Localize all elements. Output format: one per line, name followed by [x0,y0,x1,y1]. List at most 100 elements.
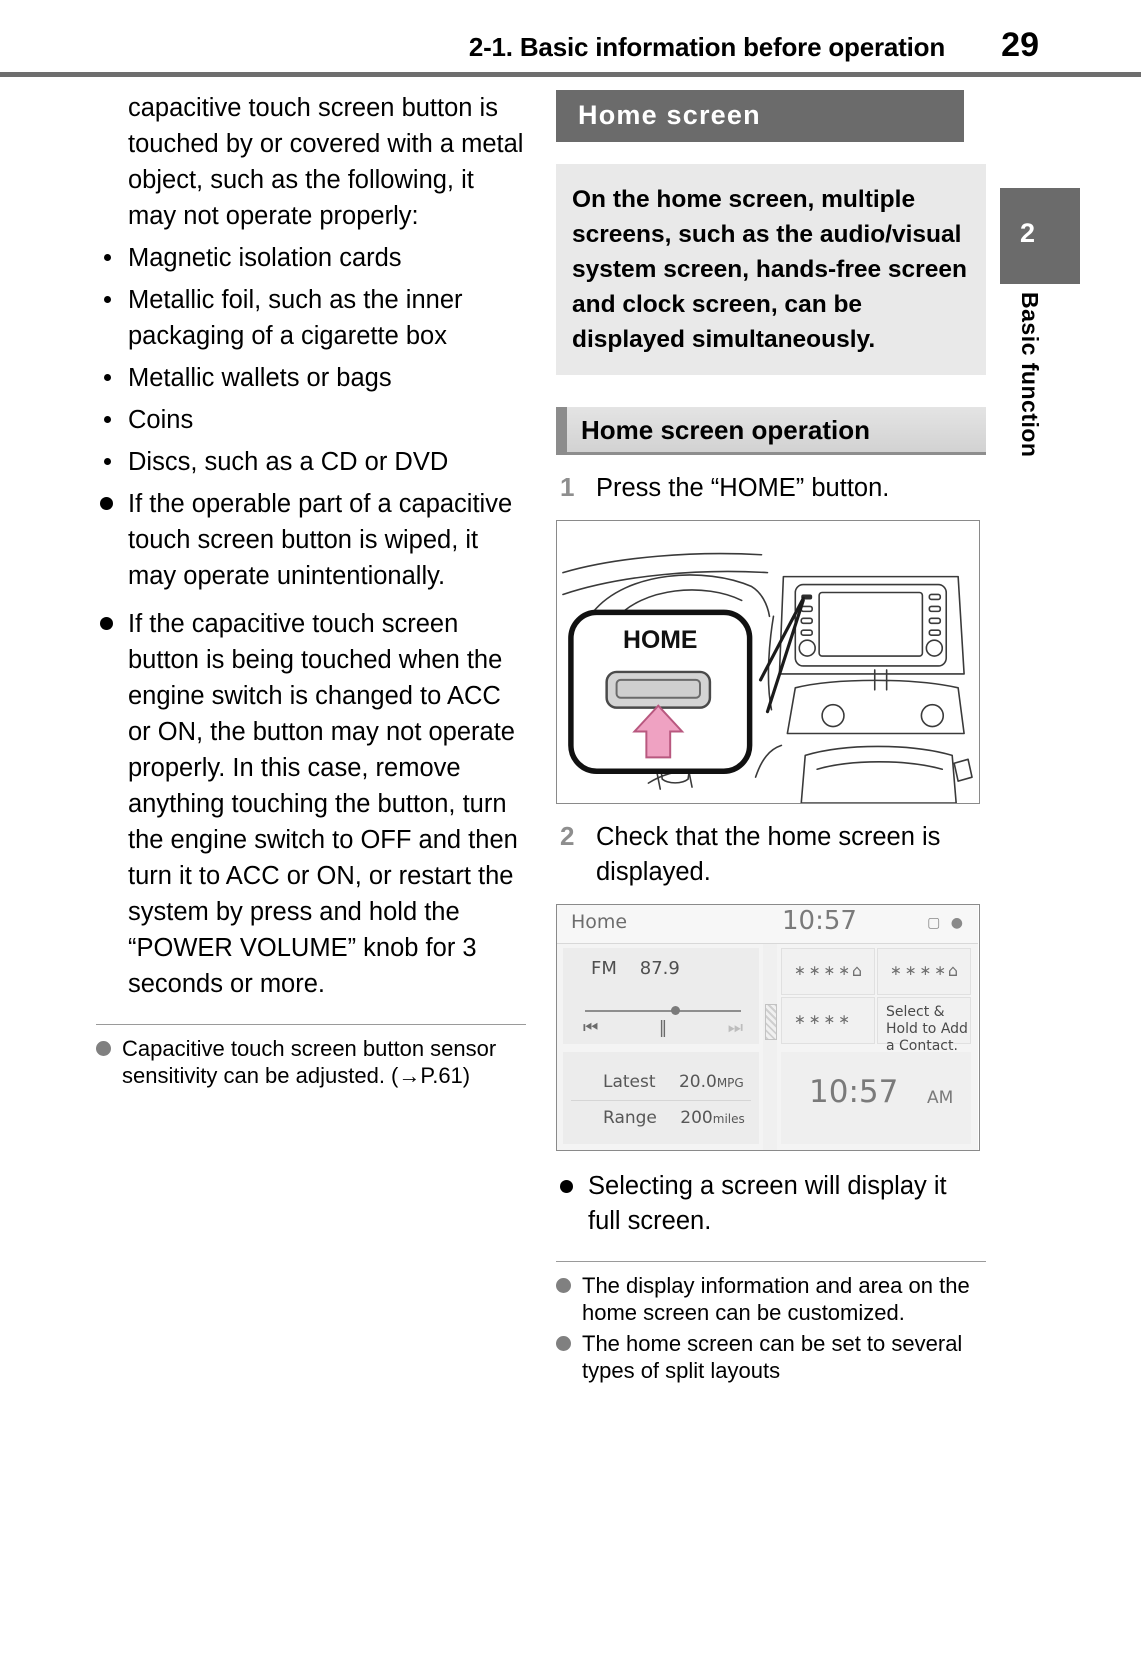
callout-home-label: HOME [623,627,697,654]
trip-range-value: 200 [680,1108,713,1128]
note-item: Capacitive touch screen button sensor se… [96,1035,526,1089]
contact-cell-2-name: ∗∗∗∗ [890,963,949,979]
contact-cell-1[interactable]: ∗∗∗∗ ⌂ [781,948,875,995]
info-box: On the home screen, multiple screens, su… [556,164,986,375]
subsection-heading-label: Home screen operation [581,415,870,445]
split-divider-handle[interactable] [763,944,777,1150]
contact-cell-1-name: ∗∗∗∗ [794,963,853,979]
note-item: The home screen can be set to several ty… [556,1330,986,1384]
trip-info-tile[interactable]: Latest 20.0MPG Range 200miles [563,1052,759,1144]
page-number: 29 [1001,26,1039,64]
audio-frequency: 87.9 [639,958,680,979]
chapter-tab-label: Basic function [1017,292,1043,458]
status-bar-icons: ▢ ● [927,915,966,931]
list-item: If the operable part of a capacitive tou… [96,486,526,594]
chapter-tab: 2 [1000,188,1080,284]
bullet-dot-icon [104,254,111,261]
left-column: capacitive touch screen button is touche… [96,90,526,1093]
bullet-dot-icon [560,1180,573,1193]
list-item: Discs, such as a CD or DVD [96,444,526,480]
audio-tile[interactable]: FM 87.9 ⏮ ‖ ⏭ [563,948,759,1044]
step-text: Press the “HOME” button. [596,474,890,502]
audio-band-frequency: FM 87.9 [591,958,680,979]
audio-band: FM [591,958,617,979]
trip-range-unit: miles [712,1112,745,1126]
step-item: 2 Check that the home screen is displaye… [556,820,986,890]
list-item-text: Metallic foil, such as the inner packagi… [128,286,463,350]
list-item: Magnetic isolation cards [96,240,526,276]
subsection-heading: Home screen operation [556,407,986,455]
handsfree-tile[interactable]: ∗∗∗∗ ⌂ ∗∗∗∗ ⌂ ∗∗∗∗ Select & Hold to Add … [781,948,971,1054]
intro-paragraph: capacitive touch screen button is touche… [128,94,524,230]
audio-seek-knob[interactable] [671,1006,680,1015]
trip-latest-unit: MPG [716,1076,744,1090]
contact-cell-4-empty[interactable]: Select & Hold to Add a Contact. [877,997,971,1054]
clock-tile[interactable]: 10:57 AM [781,1052,971,1144]
home-screen-mock: Home 10:57 ▢ ● FM 87.9 ⏮ ‖ ⏭ Latest 20.0… [557,905,978,1150]
list-item-text: Magnetic isolation cards [128,244,402,272]
note-dot-icon [96,1041,111,1056]
contact-cell-2[interactable]: ∗∗∗∗ ⌂ [877,948,971,995]
trip-row-range: Range 200miles [603,1108,745,1128]
pause-icon[interactable]: ‖ [659,1018,668,1038]
bullet-dot-icon [100,617,113,630]
dashboard-illustration-svg: HOME [557,521,978,803]
divider-grip-icon[interactable] [765,1004,777,1040]
subsection-accent-bar [556,407,567,455]
note-divider [96,1024,526,1025]
note-dot-icon [556,1278,571,1293]
note-item-text: The display information and area on the … [582,1273,970,1325]
list-item-text: If the operable part of a capacitive tou… [128,490,513,590]
note-item-text: The home screen can be set to several ty… [582,1331,963,1383]
home-icon: ⌂ [947,961,958,980]
bullet-dot-icon [104,416,111,423]
note-item: The display information and area on the … [556,1272,986,1326]
list-item-text: Metallic wallets or bags [128,364,392,392]
list-item-text: Selecting a screen will display it full … [588,1172,947,1235]
list-item-text: Discs, such as a CD or DVD [128,448,449,476]
list-item: Selecting a screen will display it full … [556,1169,986,1239]
status-bar-title: Home [571,911,628,933]
right-column: Home screen On the home screen, multiple… [556,90,986,1388]
list-item: Coins [96,402,526,438]
note-dot-icon [556,1336,571,1351]
home-screen-figure: Home 10:57 ▢ ● FM 87.9 ⏮ ‖ ⏭ Latest 20.0… [556,904,980,1151]
next-track-icon[interactable]: ⏭ [728,1018,743,1038]
previous-track-icon[interactable]: ⏮ [583,1018,598,1038]
trip-latest-label: Latest [603,1072,656,1092]
list-item: If the capacitive touch screen button is… [96,606,526,1002]
trip-range-label: Range [603,1108,657,1128]
trip-row-latest: Latest 20.0MPG [603,1072,744,1092]
list-item: Metallic foil, such as the inner packagi… [96,282,526,354]
note-divider [556,1261,986,1262]
list-item: Metallic wallets or bags [96,360,526,396]
step-text: Check that the home screen is displayed. [596,823,941,886]
bullet-dot-icon [104,374,111,381]
trip-row-divider [571,1100,751,1101]
section-heading: Home screen [556,90,964,142]
step-item: 1 Press the “HOME” button. [556,471,986,506]
dashboard-figure: HOME [556,520,980,804]
trip-latest-value: 20.0 [678,1072,717,1092]
page-header: 2-1. Basic information before operation … [0,0,1141,77]
header-divider [0,72,1141,77]
home-icon: ⌂ [851,961,862,980]
list-item-text: Coins [128,406,194,434]
step-number: 2 [560,821,575,851]
audio-transport-controls[interactable]: ⏮ ‖ ⏭ [583,1018,743,1038]
clock-meridiem: AM [927,1088,954,1108]
bullet-dot-icon [104,296,111,303]
audio-seek-bar[interactable] [585,1010,741,1012]
note-item-text: Capacitive touch screen button sensor se… [122,1036,497,1088]
page-title: 2-1. Basic information before operation [468,32,945,62]
chapter-tab-number: 2 [1020,218,1036,248]
contact-cell-3-name: ∗∗∗∗ [794,1012,853,1028]
contact-cell-3[interactable]: ∗∗∗∗ [781,997,875,1044]
status-bar-clock: 10:57 [782,906,857,936]
step-number: 1 [560,472,575,502]
bullet-dot-icon [100,497,113,510]
home-screen-body: FM 87.9 ⏮ ‖ ⏭ Latest 20.0MPG Range 200mi… [557,944,978,1150]
clock-time: 10:57 [809,1074,899,1110]
status-bar: Home 10:57 ▢ ● [557,905,978,944]
add-contact-hint: Select & Hold to Add a Contact. [886,1004,968,1054]
